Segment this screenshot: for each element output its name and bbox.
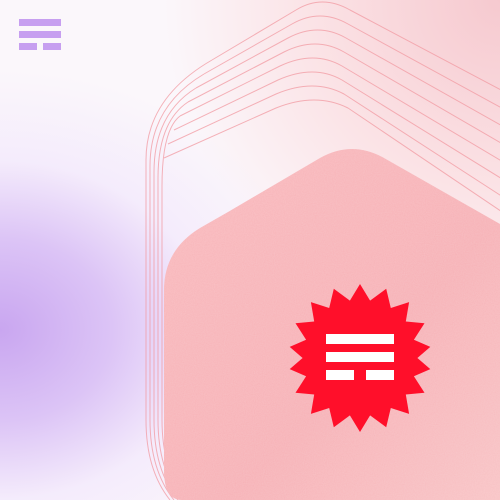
pink-card [164,149,500,500]
hero-canvas [0,0,500,500]
decorative-artwork [145,1,500,500]
